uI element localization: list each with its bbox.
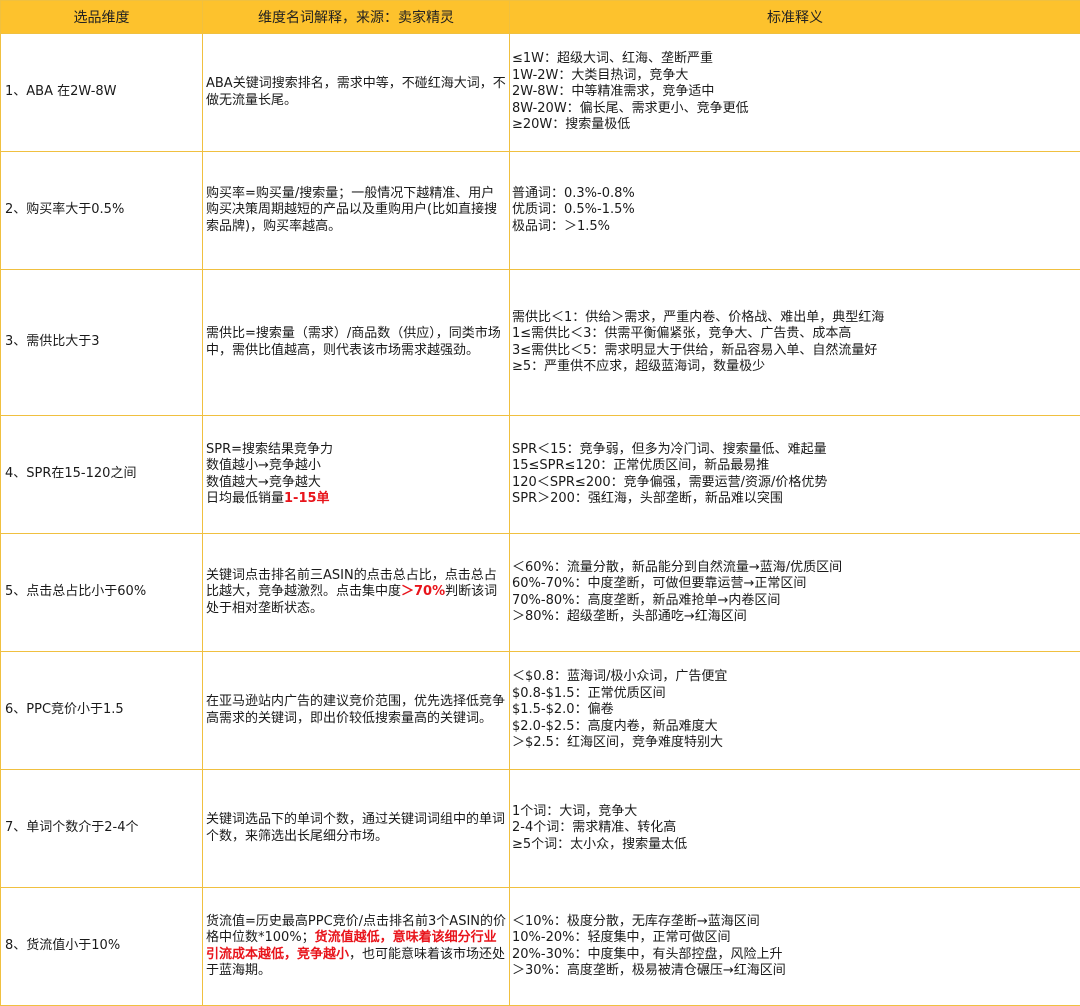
dimension-cell: 4、SPR在15-120之间 bbox=[0, 415, 203, 534]
standard-line: ≤1W：超级大词、红海、垄断严重 bbox=[512, 51, 714, 67]
table-row: 5、点击总占比小于60% 关键词点击排名前三ASIN的点击总占比，点击总占比越大，… bbox=[0, 533, 1080, 652]
standard-line: 15≤SPR≤120：正常优质区间，新品最易推 bbox=[512, 458, 770, 473]
definition-text: 日均最低销量 bbox=[206, 491, 285, 506]
standard-line: 70%-80%：高度垄断，新品难抢单→内卷区间 bbox=[512, 592, 781, 608]
table-row: 4、SPR在15-120之间 SPR=搜索结果竞争力 数值越小→竞争越小 数值越大→竞… bbox=[0, 415, 1080, 534]
dimension-cell: 3、需供比大于3 bbox=[0, 269, 203, 416]
dimension-cell: 2、购买率大于0.5% bbox=[0, 151, 203, 270]
standard-line: 60%-70%：中度垄断，可做但要靠运营→正常区间 bbox=[512, 576, 807, 591]
table-row: 7、单词个数介于2-4个 关键词选品下的单词个数，通过关键词词组中的单词个数，来筛… bbox=[0, 769, 1080, 888]
definition-text: 关键词选品下的单词个数，通过关键词词组中的单词个数，来筛选出长尾细分市场。 bbox=[206, 812, 506, 844]
dimension-cell: 5、点击总占比小于60% bbox=[0, 533, 203, 652]
standard-cell: SPR＜15：竞争弱，但多为冷门词、搜索量低、难起量 15≤SPR≤120：正常优… bbox=[509, 415, 1080, 534]
header-dimension: 选品维度 bbox=[0, 0, 203, 34]
table-row: 8、货流值小于10% 货流值=历史最高PPC竞价/点击排名前3个ASIN的价格中位… bbox=[0, 887, 1080, 1006]
standard-cell: ＜60%：流量分散，新品能分到自然流量→蓝海/优质区间 60%-70%：中度垄断，… bbox=[509, 533, 1080, 652]
definition-text: SPR=搜索结果竞争力 bbox=[206, 441, 334, 457]
standard-line: SPR＜15：竞争弱，但多为冷门词、搜索量低、难起量 bbox=[512, 441, 827, 457]
standard-line: ＞30%：高度垄断，极易被清仓碾压→红海区间 bbox=[512, 963, 786, 978]
table-row: 3、需供比大于3 需供比=搜索量（需求）/商品数（供应），同类市场中，需供比值越高… bbox=[0, 269, 1080, 416]
standard-line: 1≤需供比＜3：供需平衡偏紧张，竞争大、广告贵、成本高 bbox=[512, 326, 852, 341]
standard-cell: ＜10%：极度分散，无库存垄断→蓝海区间 10%-20%：轻度集中，正常可做区间 2… bbox=[509, 887, 1080, 1006]
definition-text: 在亚马逊站内广告的建议竞价范围，优先选择低竞争高需求的关键词，即出价较低搜索量高… bbox=[206, 694, 506, 726]
standard-line: ＜$0.8：蓝海词/极小众词，广告便宜 bbox=[512, 669, 728, 685]
standard-line: 2W-8W：中等精准需求，竞争适中 bbox=[512, 84, 715, 100]
table-row: 2、购买率大于0.5% 购买率=购买量/搜索量；一般情况下越精准、用户购买决策周期… bbox=[0, 151, 1080, 270]
dimension-cell: 6、PPC竞价小于1.5 bbox=[0, 651, 203, 770]
standard-line: 优质词：0.5%-1.5% bbox=[512, 202, 635, 218]
standard-line: 8W-20W：偏长尾、需求更小、竞争更低 bbox=[512, 100, 749, 116]
table-row: 6、PPC竞价小于1.5 在亚马逊站内广告的建议竞价范围，优先选择低竞争高需求的关… bbox=[0, 651, 1080, 770]
standard-cell: ＜$0.8：蓝海词/极小众词，广告便宜 $0.8-$1.5：正常优质区间 $1.5-… bbox=[509, 651, 1080, 770]
definition-text: 需供比=搜索量（需求）/商品数（供应），同类市场中，需供比值越高，则代表该市场需… bbox=[206, 326, 501, 358]
definition-text: 数值越小→竞争越小 bbox=[206, 458, 321, 473]
dimension-cell: 1、ABA 在2W-8W bbox=[0, 33, 203, 152]
definition-text: 购买率=购买量/搜索量；一般情况下越精准、用户购买决策周期越短的产品以及重购用户… bbox=[206, 185, 498, 234]
standard-line: ≥5个词：太小众，搜索量太低 bbox=[512, 836, 688, 852]
standard-line: 1个词：大词，竞争大 bbox=[512, 803, 638, 819]
definition-cell: 在亚马逊站内广告的建议竞价范围，优先选择低竞争高需求的关键词，即出价较低搜索量高… bbox=[202, 651, 510, 770]
definition-text: 数值越大→竞争越大 bbox=[206, 474, 321, 490]
standard-cell: 1个词：大词，竞争大 2-4个词：需求精准、转化高 ≥5个词：太小众，搜索量太低 bbox=[509, 769, 1080, 888]
standard-line: 20%-30%：中度集中，有头部控盘，风险上升 bbox=[512, 946, 783, 962]
standard-line: $2.0-$2.5：高度内卷，新品难度大 bbox=[512, 718, 718, 734]
standard-line: $1.5-$2.0：偏卷 bbox=[512, 702, 614, 718]
standard-line: 普通词：0.3%-0.8% bbox=[512, 185, 635, 201]
header-row: 选品维度 维度名词解释，来源：卖家精灵 标准释义 bbox=[0, 0, 1080, 34]
definition-cell: 购买率=购买量/搜索量；一般情况下越精准、用户购买决策周期越短的产品以及重购用户… bbox=[202, 151, 510, 270]
standard-line: ≥20W：搜索量极低 bbox=[512, 117, 631, 133]
standard-line: ＜60%：流量分散，新品能分到自然流量→蓝海/优质区间 bbox=[512, 559, 843, 575]
standard-line: 2-4个词：需求精准、转化高 bbox=[512, 820, 677, 836]
definition-cell: 关键词点击排名前三ASIN的点击总占比，点击总占比越大，竞争越激烈。点击集中度＞… bbox=[202, 533, 510, 652]
standard-line: ＞$2.5：红海区间，竞争难度特别大 bbox=[512, 735, 723, 751]
standard-line: 需供比＜1：供给＞需求，严重内卷、价格战、难出单，典型红海 bbox=[512, 309, 885, 325]
header-definition: 维度名词解释，来源：卖家精灵 bbox=[202, 0, 510, 34]
standard-cell: ≤1W：超级大词、红海、垄断严重 1W-2W：大类目热词，竞争大 2W-8W：中等精… bbox=[509, 33, 1080, 152]
standard-line: ≥5：严重供不应求，超级蓝海词，数量极少 bbox=[512, 359, 766, 374]
definition-cell: SPR=搜索结果竞争力 数值越小→竞争越小 数值越大→竞争越大 日均最低销量1-15单 bbox=[202, 415, 510, 534]
standard-line: 10%-20%：轻度集中，正常可做区间 bbox=[512, 930, 731, 945]
highlighted-text: ＞70% bbox=[401, 584, 446, 600]
standard-cell: 普通词：0.3%-0.8% 优质词：0.5%-1.5% 极品词：＞1.5% bbox=[509, 151, 1080, 270]
standard-line: ＜10%：极度分散，无库存垄断→蓝海区间 bbox=[512, 913, 760, 929]
standard-line: 极品词：＞1.5% bbox=[512, 218, 611, 234]
dimension-cell: 8、货流值小于10% bbox=[0, 887, 203, 1006]
standard-line: SPR＞200：强红海，头部垄断，新品难以突围 bbox=[512, 491, 783, 506]
definition-cell: ABA关键词搜索排名，需求中等，不碰红海大词，不做无流量长尾。 bbox=[202, 33, 510, 152]
highlighted-text: 1-15单 bbox=[284, 491, 330, 506]
table-row: 1、ABA 在2W-8W ABA关键词搜索排名，需求中等，不碰红海大词，不做无流量… bbox=[0, 33, 1080, 152]
standard-line: 120＜SPR≤200：竞争偏强，需要运营/资源/价格优势 bbox=[512, 474, 828, 490]
selection-criteria-table: 选品维度 维度名词解释，来源：卖家精灵 标准释义 1、ABA 在2W-8W ABA… bbox=[0, 0, 1080, 1006]
standard-line: 3≤需供比＜5：需求明显大于供给，新品容易入单、自然流量好 bbox=[512, 342, 878, 358]
definition-cell: 关键词选品下的单词个数，通过关键词词组中的单词个数，来筛选出长尾细分市场。 bbox=[202, 769, 510, 888]
definition-cell: 货流值=历史最高PPC竞价/点击排名前3个ASIN的价格中位数*100%；货流值… bbox=[202, 887, 510, 1006]
standard-line: ＞80%：超级垄断，头部通吃→红海区间 bbox=[512, 609, 747, 624]
standard-cell: 需供比＜1：供给＞需求，严重内卷、价格战、难出单，典型红海 1≤需供比＜3：供需平… bbox=[509, 269, 1080, 416]
header-standard: 标准释义 bbox=[509, 0, 1080, 34]
definition-cell: 需供比=搜索量（需求）/商品数（供应），同类市场中，需供比值越高，则代表该市场需… bbox=[202, 269, 510, 416]
standard-line: 1W-2W：大类目热词，竞争大 bbox=[512, 67, 689, 83]
standard-line: $0.8-$1.5：正常优质区间 bbox=[512, 685, 666, 701]
dimension-cell: 7、单词个数介于2-4个 bbox=[0, 769, 203, 888]
definition-text: ABA关键词搜索排名，需求中等，不碰红海大词，不做无流量长尾。 bbox=[206, 76, 506, 108]
